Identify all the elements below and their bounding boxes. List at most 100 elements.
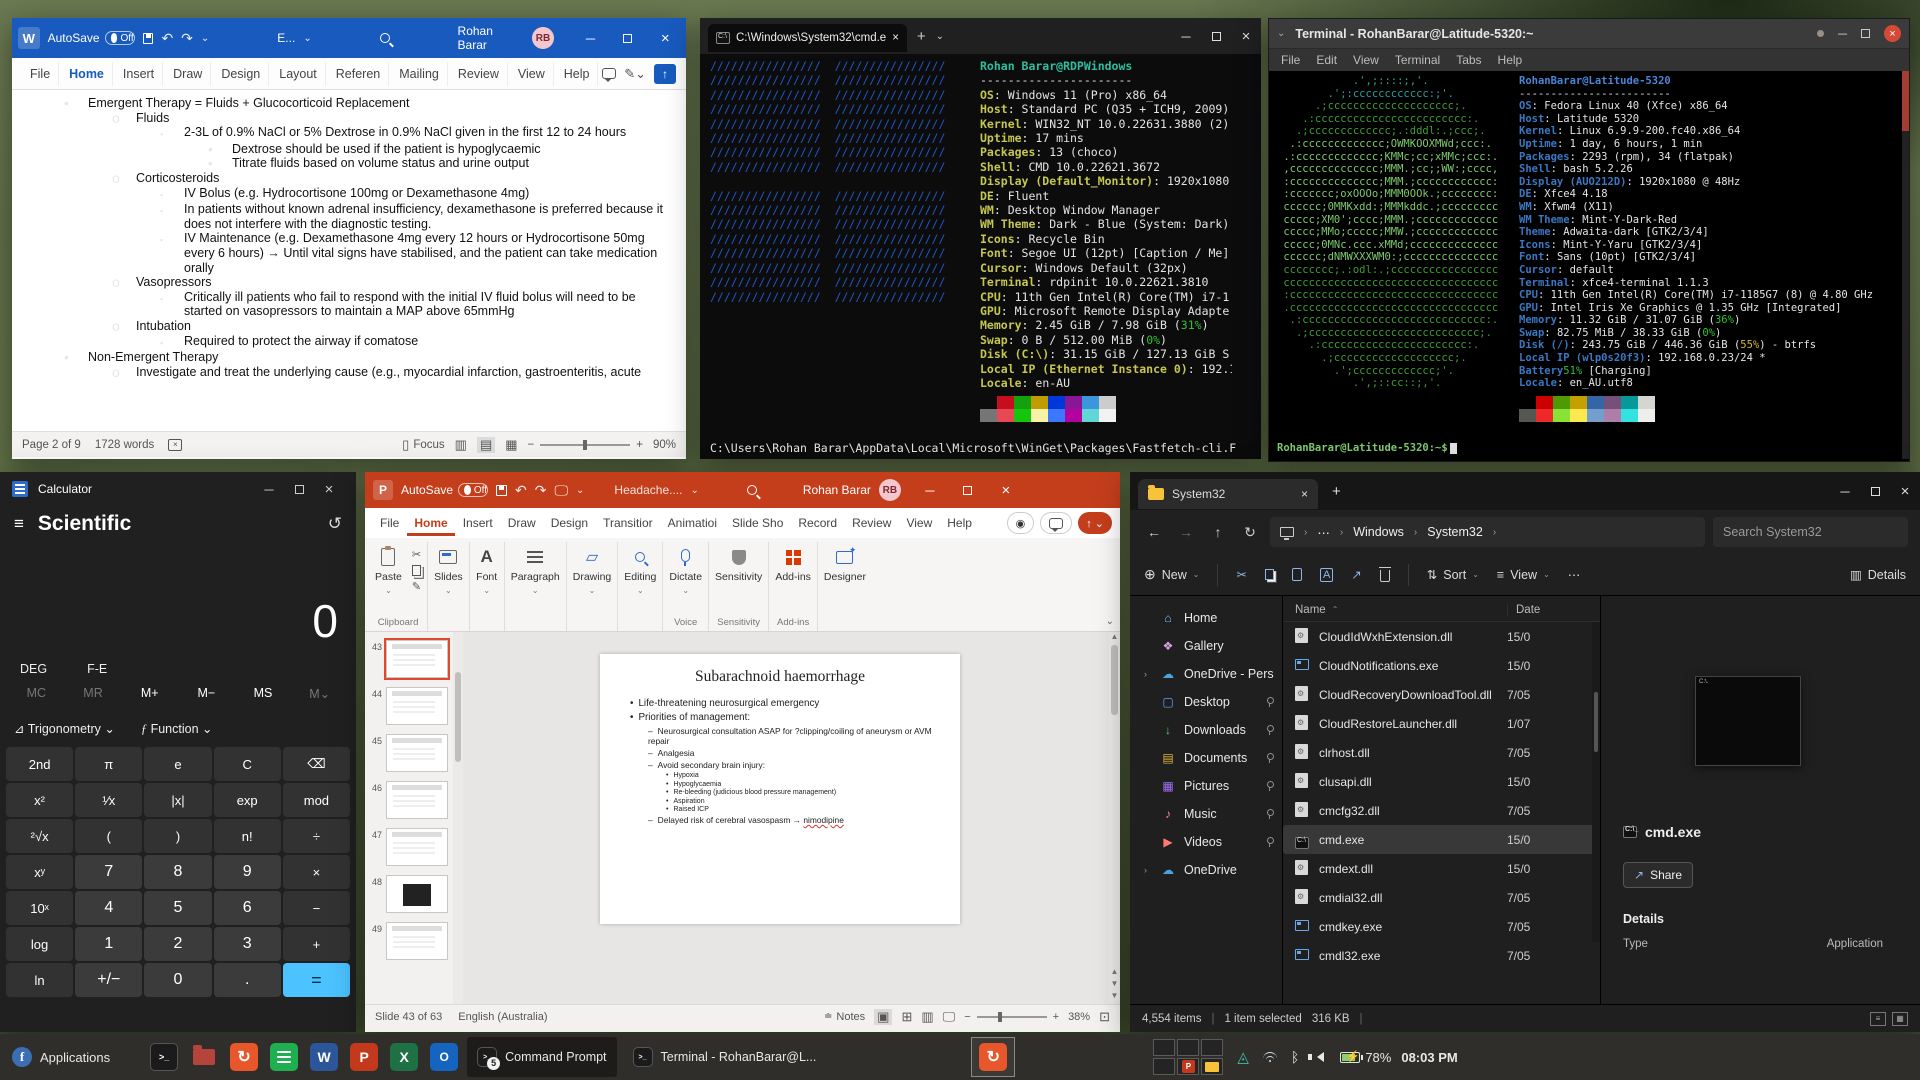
document-name-dropdown[interactable]: E... [277,31,295,45]
more-options-icon[interactable]: ⋯ [1568,567,1581,582]
sidebar-item-onedrive[interactable]: › ☁ OneDrive [1130,856,1282,884]
maximize-button[interactable] [613,18,642,58]
collapse-ribbon-icon[interactable]: ⌄ [1106,616,1114,627]
file-row-cmd-exe[interactable]: C:\ cmd.exe 15/0 [1283,825,1600,854]
ppt-tab-draw[interactable]: Draw [501,510,543,536]
slide-thumbnail-47[interactable]: 47 [365,828,453,866]
avatar[interactable]: RB [878,479,901,501]
sidebar-item-downloads[interactable]: ↓ Downloads [1130,716,1282,744]
paste-icon[interactable] [1291,568,1302,581]
sidebar-item-pictures[interactable]: ▦ Pictures [1130,772,1282,800]
comments-button[interactable] [1040,512,1073,534]
ppt-tab-home[interactable]: Home [407,510,454,536]
close-button[interactable]: × [1231,18,1261,54]
slide-scrollbar[interactable]: ▲ ▲ ▼ ▼ [1109,632,1120,1004]
explorer-tab[interactable]: System32 × [1138,479,1318,509]
word-app-icon[interactable]: W [18,27,40,49]
file-row-cmcfg32-dll[interactable]: cmcfg32.dll7/05 [1283,796,1600,825]
word-tab-insert[interactable]: Insert [115,61,164,86]
sidebar-item-videos[interactable]: ▶ Videos [1130,828,1282,856]
calc-key-exp[interactable]: exp [213,783,281,817]
slideshow-icon[interactable]: 🖵 [943,1009,956,1025]
calc-key-e[interactable]: e [144,747,212,781]
word-tab-draw[interactable]: Draw [165,61,212,86]
save-icon[interactable] [142,32,154,44]
file-row-cmdl32-exe[interactable]: cmdl32.exe 7/05 [1283,941,1600,970]
doc-chevron-icon[interactable]: ⌄ [690,485,698,496]
minimize-button[interactable]: ─ [576,18,605,58]
calc-key-[interactable]: = [282,963,350,997]
applications-menu-button[interactable]: f Applications [0,1034,122,1080]
maximize-button[interactable] [284,472,314,506]
details-pane-button[interactable]: ▥ Details [1850,567,1906,583]
share-button[interactable]: ↑ ⌄ [1078,512,1112,534]
focus-button[interactable]: ▯ Focus [402,437,444,453]
rename-icon[interactable]: A [1319,567,1334,582]
sidebar-item-desktop[interactable]: ▢ Desktop [1130,688,1282,716]
memory-ms[interactable]: MS [235,686,292,701]
word-tab-mailing[interactable]: Mailing [391,61,448,86]
calc-key-[interactable]: + [282,927,350,961]
clock[interactable]: 08:03 PM [1401,1050,1457,1065]
calc-key-mod[interactable]: mod [282,783,350,817]
word-tab-review[interactable]: Review [450,61,508,86]
zoom-level[interactable]: 90% [653,439,676,451]
calc-key-[interactable]: ( [75,819,143,853]
sidebar-item-documents[interactable]: ▤ Documents [1130,744,1282,772]
slide-thumbnail-48[interactable]: 48 [365,875,453,913]
panel-scrollbar[interactable] [453,632,463,1004]
search-icon[interactable] [746,485,757,495]
tab-dropdown-icon[interactable]: ⌄ [936,31,944,42]
ppt-tab-file[interactable]: File [373,510,406,536]
excel-launcher-icon[interactable]: X [390,1043,419,1071]
calc-key-0[interactable]: 0 [144,963,212,997]
new-tab-button[interactable]: + [1332,483,1341,500]
slide-thumbnail-44[interactable]: 44 [365,687,453,725]
menu-terminal[interactable]: Terminal [1395,53,1440,67]
spotify-launcher-icon[interactable] [270,1043,299,1071]
name-column-header[interactable]: Name ⌃ [1295,604,1507,616]
tab-close-icon[interactable]: × [892,32,899,44]
normal-view-icon[interactable]: ▣ [874,1008,893,1025]
slide-thumbnail-45[interactable]: 45 [365,734,453,772]
font-button[interactable]: A Font ⌄ [476,542,498,595]
share-icon[interactable]: ↗ [1351,567,1361,582]
close-button[interactable]: × [1884,25,1901,42]
maximize-button[interactable] [1861,27,1870,41]
word-tab-design[interactable]: Design [213,61,270,86]
editing-button[interactable]: Editing ⌄ [624,542,656,595]
web-layout-icon[interactable]: ▦ [505,437,517,453]
calc-key-7[interactable]: 7 [75,855,143,889]
previous-slide-icon[interactable]: ▲ [1111,967,1119,976]
this-pc-icon[interactable] [1280,527,1294,540]
calc-key-x[interactable]: ²√x [6,819,74,853]
view-button[interactable]: ≡ View ⌄ [1497,568,1550,582]
battery-indicator[interactable]: ⚡ 78% [1340,1050,1391,1065]
format-painter-icon[interactable]: ✎ [412,580,421,593]
quick-access-chevron-icon[interactable]: ⌄ [201,33,209,44]
forward-icon[interactable]: → [1174,524,1198,540]
ppt-tab-review[interactable]: Review [845,510,898,536]
record-button[interactable]: ◉ [1006,512,1035,534]
minimize-button[interactable]: ─ [915,472,945,508]
menu-edit[interactable]: Edit [1316,53,1337,67]
zoom-level[interactable]: 38% [1068,1011,1090,1023]
close-button[interactable]: × [991,472,1021,508]
undo-icon[interactable]: ↶ [515,482,527,499]
file-row-CloudRecoveryDownloadTool-dll[interactable]: CloudRecoveryDownloadTool.dll7/05 [1283,680,1600,709]
powerpoint-launcher-icon[interactable]: P [350,1043,379,1071]
file-row-CloudNotifications-exe[interactable]: CloudNotifications.exe 15/0 [1283,651,1600,680]
zoom-slider[interactable]: − + [964,1011,1059,1023]
share-button[interactable]: ↑ [654,63,676,84]
workspace-pager[interactable]: P [1153,1039,1224,1075]
window-menu-chevron-icon[interactable]: ⌄ [1277,28,1285,39]
minimize-button[interactable]: ─ [1838,27,1847,41]
paste-button[interactable]: Paste ⌄ [375,542,402,595]
calc-key-[interactable]: ) [144,819,212,853]
file-manager-launcher-icon[interactable] [190,1043,218,1071]
sensitivity-button[interactable]: Sensitivity [715,542,762,583]
calc-key-5[interactable]: 5 [144,891,212,925]
addins-button[interactable]: Add-ins [775,542,811,583]
delete-icon[interactable] [1378,566,1391,582]
calc-key-[interactable]: . [213,963,281,997]
